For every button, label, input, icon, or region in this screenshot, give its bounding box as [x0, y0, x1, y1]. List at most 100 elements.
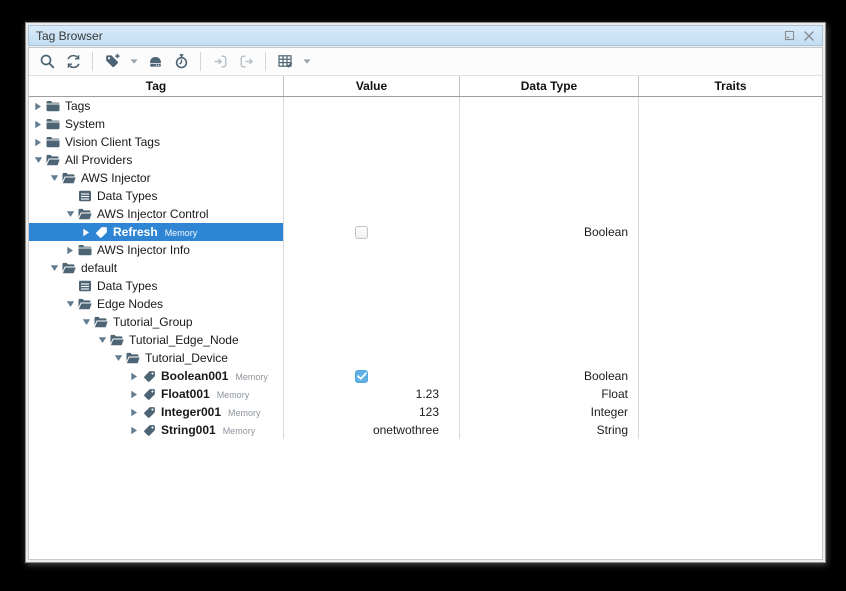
drive-button[interactable]	[143, 51, 167, 73]
chevron-down-icon[interactable]	[95, 336, 109, 344]
chevron-right-icon[interactable]	[31, 138, 45, 147]
tree-row-default[interactable]: default	[29, 259, 822, 277]
chevron-down-icon[interactable]	[31, 156, 45, 164]
value-cell	[284, 133, 460, 151]
refresh-icon	[65, 53, 82, 70]
chevron-right-icon[interactable]	[127, 408, 141, 417]
chevron-down-icon[interactable]	[79, 318, 93, 326]
chevron-down-icon[interactable]	[47, 174, 61, 182]
tree-row-float001[interactable]: Float001Memory1.23Float	[29, 385, 822, 403]
chevron-down-icon[interactable]	[63, 210, 77, 218]
column-header-data-type[interactable]: Data Type	[460, 76, 639, 96]
value-checkbox[interactable]	[355, 370, 368, 383]
tree-row-tags[interactable]: Tags	[29, 97, 822, 115]
refresh-button[interactable]	[61, 51, 85, 73]
tag-cell[interactable]: Float001Memory	[29, 385, 284, 403]
tag-label: Boolean001	[161, 369, 228, 383]
chevron-right-icon[interactable]	[31, 102, 45, 111]
datatype-text: String	[597, 423, 628, 437]
tree-row-refresh[interactable]: RefreshMemoryBoolean	[29, 223, 822, 241]
tag-cell[interactable]: Integer001Memory	[29, 403, 284, 421]
folder-open-icon	[77, 298, 93, 310]
drive-icon	[147, 53, 164, 70]
tree-row-boolean001[interactable]: Boolean001Memory Boolean	[29, 367, 822, 385]
float-icon	[784, 30, 795, 41]
tag-cell[interactable]: System	[29, 115, 284, 133]
folder-open-icon	[45, 154, 61, 166]
tag-cell[interactable]: AWS Injector Control	[29, 205, 284, 223]
traits-cell	[639, 367, 822, 385]
chevron-right-icon[interactable]	[79, 228, 93, 237]
tree-row-data-types[interactable]: Data Types	[29, 187, 822, 205]
datatype-cell	[460, 259, 639, 277]
tag-cell[interactable]: RefreshMemory	[29, 223, 284, 241]
tree-row-tutorial-edge-node[interactable]: Tutorial_Edge_Node	[29, 331, 822, 349]
value-cell[interactable]: 123	[284, 403, 460, 421]
tree-row-integer001[interactable]: Integer001Memory123Integer	[29, 403, 822, 421]
tree-row-all-providers[interactable]: All Providers	[29, 151, 822, 169]
close-window-button[interactable]	[803, 30, 815, 42]
chevron-down-icon[interactable]	[47, 264, 61, 272]
tag-cell[interactable]: Vision Client Tags	[29, 133, 284, 151]
tag-cell[interactable]: Boolean001Memory	[29, 367, 284, 385]
tag-cell[interactable]: Data Types	[29, 187, 284, 205]
datatype-cell	[460, 151, 639, 169]
tree-row-edge-nodes[interactable]: Edge Nodes	[29, 295, 822, 313]
tag-cell[interactable]: Tags	[29, 97, 284, 115]
folder-closed-icon	[45, 136, 61, 148]
tag-icon	[141, 424, 157, 437]
value-cell[interactable]	[284, 367, 460, 385]
tree-row-tutorial-group[interactable]: Tutorial_Group	[29, 313, 822, 331]
value-cell	[284, 313, 460, 331]
float-window-button[interactable]	[784, 30, 795, 41]
tree-row-tutorial-device[interactable]: Tutorial_Device	[29, 349, 822, 367]
tag-cell[interactable]: AWS Injector	[29, 169, 284, 187]
tree-row-aws-injector[interactable]: AWS Injector	[29, 169, 822, 187]
chevron-right-icon[interactable]	[127, 390, 141, 399]
column-header-tag[interactable]: Tag	[29, 76, 284, 96]
tag-cell[interactable]: Edge Nodes	[29, 295, 284, 313]
search-button[interactable]	[35, 51, 59, 73]
traits-cell	[639, 277, 822, 295]
column-header-traits[interactable]: Traits	[639, 76, 822, 96]
stopwatch-button[interactable]	[169, 51, 193, 73]
value-cell[interactable]	[284, 223, 460, 241]
tag-cell[interactable]: All Providers	[29, 151, 284, 169]
tag-cell[interactable]: String001Memory	[29, 421, 284, 439]
tag-cell[interactable]: Tutorial_Device	[29, 349, 284, 367]
value-cell	[284, 331, 460, 349]
datatype-text: Boolean	[584, 369, 628, 383]
chevron-down-icon[interactable]	[63, 300, 77, 308]
column-selection-button[interactable]	[273, 51, 297, 73]
tag-cell[interactable]: Data Types	[29, 277, 284, 295]
export-icon	[238, 53, 255, 70]
tree-row-system[interactable]: System	[29, 115, 822, 133]
tree-row-string001[interactable]: String001Memoryonetwothree String	[29, 421, 822, 439]
chevron-right-icon[interactable]	[127, 426, 141, 435]
chevron-down-icon[interactable]	[111, 354, 125, 362]
tag-cell[interactable]: Tutorial_Edge_Node	[29, 331, 284, 349]
tree-row-data-types[interactable]: Data Types	[29, 277, 822, 295]
tree-row-aws-injector-control[interactable]: AWS Injector Control	[29, 205, 822, 223]
column-selection-menu-button[interactable]	[299, 51, 314, 73]
value-cell[interactable]: onetwothree	[284, 421, 460, 439]
value-checkbox[interactable]	[355, 226, 368, 239]
tag-cell[interactable]: AWS Injector Info	[29, 241, 284, 259]
tag-cell[interactable]: default	[29, 259, 284, 277]
value-cell[interactable]: 1.23	[284, 385, 460, 403]
chevron-right-icon[interactable]	[127, 372, 141, 381]
chevron-right-icon[interactable]	[31, 120, 45, 129]
column-header-value[interactable]: Value	[284, 76, 460, 96]
traits-cell	[639, 259, 822, 277]
tree-row-vision-client-tags[interactable]: Vision Client Tags	[29, 133, 822, 151]
tag-cell[interactable]: Tutorial_Group	[29, 313, 284, 331]
toolbar-separator	[265, 52, 266, 71]
folder-open-icon	[61, 262, 77, 274]
data-types-icon	[77, 190, 93, 202]
tree-row-aws-injector-info[interactable]: AWS Injector Info	[29, 241, 822, 259]
search-icon	[39, 53, 56, 70]
new-tag-button[interactable]	[100, 51, 124, 73]
chevron-right-icon[interactable]	[63, 246, 77, 255]
traits-cell	[639, 133, 822, 151]
new-tag-menu-button[interactable]	[126, 51, 141, 73]
